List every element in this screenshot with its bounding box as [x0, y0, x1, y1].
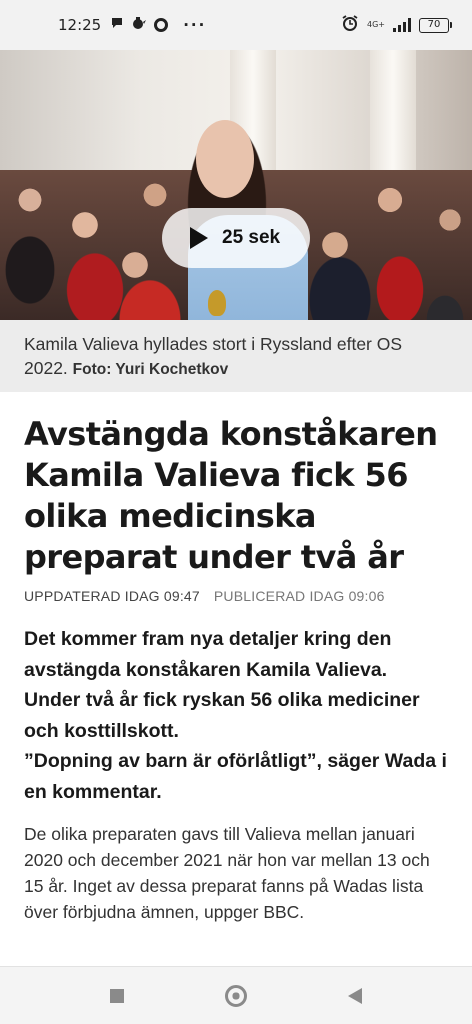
article-timestamps: UPPDATERAD IDAG 09:47 PUBLICERAD IDAG 09…: [24, 588, 448, 604]
article-body: Avstängda konståkaren Kamila Valieva fic…: [0, 392, 472, 966]
play-icon: [190, 227, 208, 249]
play-video-button[interactable]: 25 sek: [162, 208, 310, 268]
more-notifications-icon: ···: [183, 16, 207, 34]
record-icon: [154, 18, 169, 32]
article-lead: Det kommer fram nya detaljer kring den a…: [24, 624, 448, 807]
status-bar: 12:25 ··· 4G+ 70: [0, 0, 472, 50]
image-caption: Kamila Valieva hyllades stort i Ryssland…: [0, 320, 472, 392]
lead-quote: ”Dopning av barn är oförlåtligt”, säger …: [24, 750, 447, 803]
signal-icon: [393, 18, 411, 32]
home-button[interactable]: [224, 984, 247, 1007]
network-type-label: 4G+: [367, 20, 385, 29]
body-paragraph: De olika preparaten gavs till Valieva me…: [24, 824, 430, 922]
battery-icon: 70: [419, 17, 452, 33]
system-navigation-bar: [0, 966, 472, 1024]
article-hero-video[interactable]: 25 sek: [0, 50, 472, 320]
teapot-icon: [131, 16, 147, 34]
battery-level: 70: [419, 17, 449, 33]
chat-bubble-icon: [110, 16, 124, 34]
article-headline: Avstängda konståkaren Kamila Valieva fic…: [24, 415, 438, 576]
updated-timestamp: UPPDATERAD IDAG 09:47: [24, 588, 200, 604]
lead-paragraph: Det kommer fram nya detaljer kring den a…: [24, 628, 420, 742]
alarm-icon: [341, 14, 359, 36]
photo-credit: Foto: Yuri Kochetkov: [72, 361, 229, 378]
clock: 12:25: [58, 16, 102, 34]
back-button[interactable]: [347, 987, 362, 1004]
recent-apps-button[interactable]: [110, 988, 125, 1003]
video-duration: 25 sek: [222, 227, 281, 248]
published-timestamp: PUBLICERAD IDAG 09:06: [213, 588, 385, 604]
